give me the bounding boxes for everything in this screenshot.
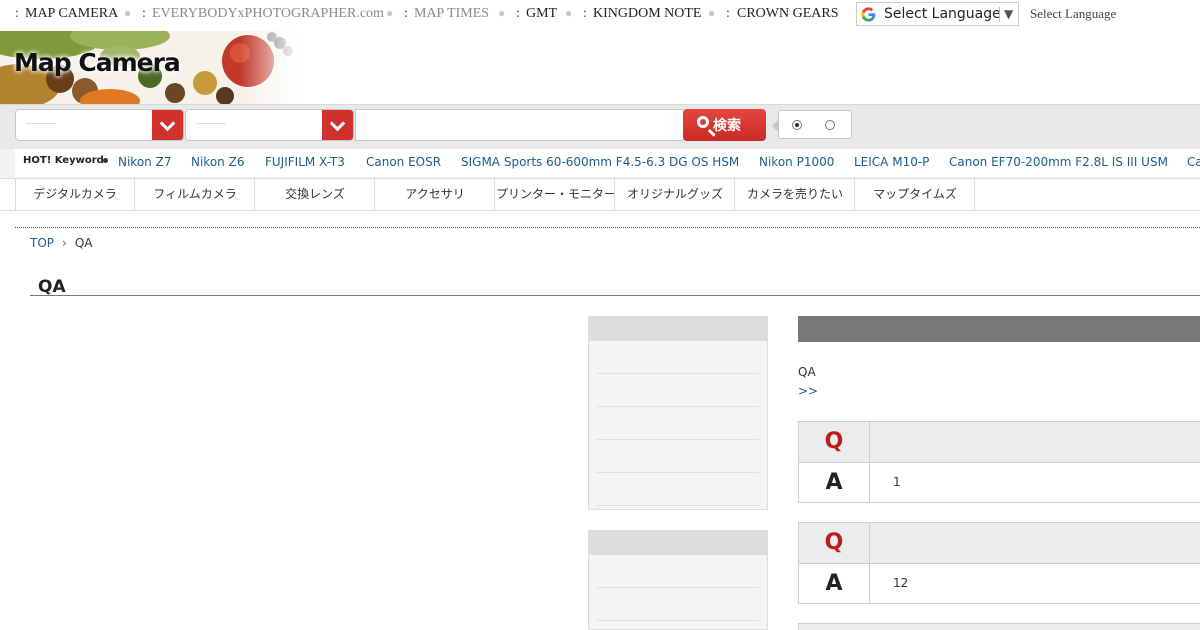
- divider: [30, 295, 1200, 296]
- divider: [15, 227, 1200, 228]
- search-icon: [697, 116, 709, 128]
- site-links-bar: : MAP CAMERA ● : EVERYBODYxPHOTOGRAPHER.…: [0, 0, 1200, 32]
- hot-keyword-link[interactable]: Nikon P1000: [759, 155, 834, 169]
- language-label: Select Language: [1030, 6, 1117, 21]
- answer-mark-label: A: [799, 564, 870, 603]
- question-mark-label: Q: [799, 523, 870, 563]
- search-button[interactable]: 検索: [683, 109, 766, 141]
- dot-separator: ●: [386, 6, 394, 20]
- side-panel-item[interactable]: [597, 473, 759, 506]
- hot-keyword-link[interactable]: Canon EF70-200mm F2.8L IS III USM: [949, 155, 1168, 169]
- site-link-map-times[interactable]: MAP TIMES: [414, 0, 489, 28]
- hot-keyword-link[interactable]: Canon EOSR: [366, 155, 441, 169]
- qa-item: Q A 1: [798, 421, 1200, 503]
- hot-keyword-bar: HOT! Keyword Nikon Z7 Nikon Z6 FUJIFILM …: [0, 149, 1200, 179]
- side-panel-item[interactable]: [597, 407, 759, 440]
- breadcrumb-home-link[interactable]: TOP: [30, 236, 54, 250]
- separator: :: [15, 6, 19, 21]
- side-panel-item[interactable]: [597, 588, 759, 621]
- separator: :: [142, 6, 146, 21]
- keyword-search-input[interactable]: [355, 109, 685, 141]
- site-link-map-camera[interactable]: MAP CAMERA: [25, 0, 118, 28]
- hot-keyword-link[interactable]: SIGMA Sports 60-600mm F4.5-6.3 DG OS HSM: [461, 155, 739, 169]
- side-panel-header: [589, 317, 767, 341]
- category-select[interactable]: [15, 109, 184, 141]
- qa-section-header: [798, 316, 1200, 342]
- breadcrumb: TOP › QA: [30, 236, 92, 250]
- question-mark-label: Q: [799, 422, 870, 462]
- search-bar: 検索: [0, 104, 1200, 149]
- scope-radio-option-2[interactable]: [825, 120, 835, 130]
- nav-item-original-goods[interactable]: オリジナルグッズ: [616, 179, 735, 210]
- answer-row: A 1: [799, 463, 1200, 502]
- language-select-label: Select Language: [884, 6, 1001, 22]
- select-placeholder: [26, 123, 56, 124]
- side-panel-header: [589, 531, 767, 555]
- select-placeholder: [196, 123, 226, 124]
- answer-row: A 12: [799, 564, 1200, 603]
- hot-keyword-link[interactable]: Nikon Z6: [191, 155, 244, 169]
- site-link-gmt[interactable]: GMT: [526, 0, 557, 28]
- answer-mark-label: A: [799, 463, 870, 502]
- side-panel-item[interactable]: [597, 440, 759, 473]
- nav-item-sell-camera[interactable]: カメラを売りたい: [736, 179, 855, 210]
- nav-item-digital-camera[interactable]: デジタルカメラ: [16, 179, 135, 210]
- search-scope-radio-group: [772, 110, 852, 139]
- dropdown-arrow-icon: ▼: [1004, 7, 1014, 21]
- qa-item: [798, 623, 1200, 630]
- chevron-down-icon: [152, 110, 183, 140]
- logo-text: Map Camera: [14, 48, 181, 77]
- breadcrumb-current: QA: [74, 236, 93, 250]
- qa-intro-text: QA: [798, 365, 816, 379]
- dot-separator: ●: [565, 6, 573, 20]
- question-row: Q: [799, 523, 1200, 564]
- hot-keyword-link[interactable]: Nikon Z7: [118, 155, 171, 169]
- hot-keyword-link[interactable]: Ca: [1187, 155, 1200, 169]
- answer-text: 1: [893, 475, 901, 489]
- nav-item-map-times[interactable]: マップタイムズ: [856, 179, 975, 210]
- nav-item-film-camera[interactable]: フィルムカメラ: [136, 179, 255, 210]
- dot-separator: ●: [124, 6, 132, 20]
- hot-keyword-list: HOT! Keyword Nikon Z7 Nikon Z6 FUJIFILM …: [15, 149, 1200, 177]
- separator: :: [404, 6, 408, 21]
- separator: :: [583, 6, 587, 21]
- chevron-down-icon: [322, 110, 353, 140]
- side-panel-item[interactable]: [597, 555, 759, 588]
- more-link[interactable]: >>: [798, 384, 818, 398]
- side-panel-item[interactable]: [597, 341, 759, 374]
- question-row: Q: [799, 422, 1200, 463]
- side-panel: [588, 530, 768, 630]
- dot-separator: ●: [708, 6, 716, 20]
- side-panel: [588, 316, 768, 510]
- divider: [999, 7, 1000, 22]
- nav-item-accessories[interactable]: アクセサリ: [376, 179, 495, 210]
- hot-keyword-link[interactable]: FUJIFILM X-T3: [265, 155, 345, 169]
- dot-separator: ●: [498, 6, 506, 20]
- hot-keyword-link[interactable]: LEICA M10-P: [854, 155, 929, 169]
- map-camera-logo[interactable]: Map Camera: [14, 48, 181, 77]
- language-select[interactable]: Select Language ▼: [856, 2, 1019, 26]
- subcategory-select[interactable]: [185, 109, 354, 141]
- scope-radio-option-1[interactable]: [792, 120, 802, 130]
- separator: :: [726, 6, 730, 21]
- site-link-everybody-photographer[interactable]: EVERYBODYxPHOTOGRAPHER.com: [152, 0, 384, 28]
- bullet-icon: [103, 158, 108, 163]
- nav-item-printer-monitor[interactable]: プリンター・モニター: [496, 179, 615, 210]
- answer-text: 12: [893, 576, 909, 590]
- site-link-crown-gears[interactable]: CROWN GEARS: [737, 0, 839, 28]
- nav-item-lenses[interactable]: 交換レンズ: [256, 179, 375, 210]
- category-nav: デジタルカメラ フィルムカメラ 交換レンズ アクセサリ プリンター・モニター オ…: [15, 179, 975, 210]
- google-logo-icon: [861, 7, 876, 22]
- divider: [0, 210, 1200, 211]
- hot-keyword-label: HOT! Keyword: [23, 155, 104, 166]
- side-panel-item[interactable]: [597, 374, 759, 407]
- qa-item: Q A 12: [798, 522, 1200, 604]
- site-header: Map Camera: [0, 31, 1200, 104]
- search-button-label: 検索: [713, 118, 741, 134]
- site-link-kingdom-note[interactable]: KINGDOM NOTE: [593, 0, 702, 28]
- chevron-right-icon: ›: [62, 236, 67, 250]
- separator: :: [516, 6, 520, 21]
